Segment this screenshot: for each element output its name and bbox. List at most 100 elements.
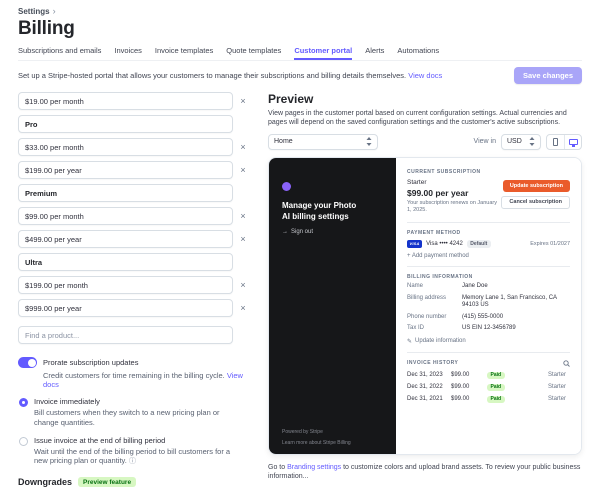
paid-badge: Paid xyxy=(487,383,505,391)
remove-price-icon[interactable]: × xyxy=(238,96,248,106)
sign-out-link[interactable]: → Sign out xyxy=(282,229,383,235)
update-subscription-button[interactable]: Update subscription xyxy=(502,179,570,192)
search-icon[interactable] xyxy=(563,360,570,367)
portal-footer-links[interactable]: Learn more about Stripe Billing xyxy=(282,440,351,446)
currency-select-value: USD xyxy=(507,138,522,146)
price-item[interactable]: $19.00 per month xyxy=(18,92,233,110)
desktop-view-button[interactable] xyxy=(564,134,581,149)
billing-information-section: BILLING INFORMATION Name Jane Doe Billin… xyxy=(407,274,570,345)
portal-brand-panel: Manage your Photo AI billing settings → … xyxy=(269,157,396,454)
price-item[interactable]: $199.00 per month xyxy=(18,276,233,294)
billing-info-field: Billing address xyxy=(407,294,447,301)
plan-name: Starter xyxy=(407,178,427,186)
invoice-date: Dec 31, 2021 xyxy=(407,396,443,403)
powered-by-stripe-link[interactable]: Powered by Stripe xyxy=(282,429,323,435)
remove-price-icon[interactable]: × xyxy=(238,165,248,175)
payment-method-label: PAYMENT METHOD xyxy=(407,229,461,236)
breadcrumb-settings-link[interactable]: Settings xyxy=(18,7,50,16)
invoice-history-section: INVOICE HISTORY Dec 31, 2023 $99.00 Paid… xyxy=(407,360,570,403)
invoice-row[interactable]: Dec 31, 2023 $99.00 Paid Starter xyxy=(407,371,570,379)
save-changes-button[interactable]: Save changes xyxy=(513,67,582,84)
price-item[interactable]: $99.00 per month xyxy=(18,207,233,225)
downgrades-section: Downgrades Preview feature xyxy=(18,477,248,487)
add-payment-method-link[interactable]: + Add payment method xyxy=(407,253,570,259)
invoice-date: Dec 31, 2022 xyxy=(407,384,443,391)
renewal-note: Your subscription renews on January 1, 2… xyxy=(407,199,497,214)
card-expiry: Expires 01/2027 xyxy=(530,240,570,247)
sign-out-arrow-icon: → xyxy=(282,229,288,236)
invoice-row[interactable]: Dec 31, 2022 $99.00 Paid Starter xyxy=(407,383,570,391)
billing-info-value: US EIN 12-3456789 xyxy=(462,324,516,331)
preview-controls: Home View in USD xyxy=(268,133,582,150)
price-item[interactable]: $199.00 per year xyxy=(18,161,233,179)
price-item[interactable]: $499.00 per year xyxy=(18,230,233,248)
invoice-plan: Starter xyxy=(547,384,566,391)
invoice-date: Dec 31, 2023 xyxy=(407,372,443,379)
tab-invoice-templates[interactable]: Invoice templates xyxy=(155,46,213,60)
price-row: $199.00 per month × xyxy=(18,276,248,294)
product-item-ultra[interactable]: Ultra xyxy=(18,253,233,271)
invoice-amount: $99.00 xyxy=(451,384,470,391)
price-item[interactable]: $999.00 per year xyxy=(18,299,233,317)
invoice-history-label: INVOICE HISTORY xyxy=(407,360,459,367)
prorate-option-end-of-period: Issue invoice at the end of billing peri… xyxy=(19,436,248,467)
tab-subscriptions-and-emails[interactable]: Subscriptions and emails xyxy=(18,46,101,60)
portal-heading: Manage your Photo AI billing settings xyxy=(282,200,357,222)
prorate-toggle[interactable] xyxy=(18,357,37,368)
billing-settings-page: Settings › Billing Subscriptions and ema… xyxy=(0,0,600,487)
currency-select[interactable]: USD xyxy=(501,133,541,150)
phone-icon xyxy=(553,137,558,146)
invoice-amount: $99.00 xyxy=(451,372,470,379)
update-information-link[interactable]: ✎ Update information xyxy=(407,338,570,345)
price-row: $19.00 per month × xyxy=(18,92,248,110)
prorate-description-text: Credit customers for time remaining in t… xyxy=(43,371,225,380)
select-arrows-icon xyxy=(529,137,535,147)
info-icon[interactable]: ⓘ xyxy=(129,458,136,465)
remove-price-icon[interactable]: × xyxy=(238,211,248,221)
invoice-row[interactable]: Dec 31, 2021 $99.00 Paid Starter xyxy=(407,395,570,403)
device-view-toggle xyxy=(546,133,582,150)
pencil-icon: ✎ xyxy=(407,338,413,345)
payment-method-section: PAYMENT METHOD VISA Visa •••• 4242 Defau… xyxy=(407,230,570,259)
remove-price-icon[interactable]: × xyxy=(238,280,248,290)
remove-price-icon[interactable]: × xyxy=(238,234,248,244)
invoice-immediately-radio[interactable] xyxy=(19,398,28,407)
tab-customer-portal[interactable]: Customer portal xyxy=(294,46,352,60)
portal-page-select[interactable]: Home xyxy=(268,133,378,150)
billing-info-row: Name Jane Doe xyxy=(407,283,570,291)
update-information-label: Update information xyxy=(415,338,466,345)
default-badge: Default xyxy=(466,239,491,248)
remove-price-icon[interactable]: × xyxy=(238,142,248,152)
product-item-pro[interactable]: Pro xyxy=(18,115,233,133)
desktop-icon xyxy=(568,138,578,147)
remove-price-icon[interactable]: × xyxy=(238,303,248,313)
mobile-view-button[interactable] xyxy=(547,135,564,149)
card-number: Visa •••• 4242 xyxy=(426,240,463,247)
price-row: $999.00 per year × xyxy=(18,299,248,317)
intro-view-docs-link[interactable]: View docs xyxy=(408,71,442,80)
option-description: Wait until the end of the billing period… xyxy=(34,446,231,466)
option-label: Issue invoice at the end of billing peri… xyxy=(34,435,166,445)
billing-info-row: Billing address Memory Lane 1, San Franc… xyxy=(407,295,570,311)
tab-invoices[interactable]: Invoices xyxy=(114,46,142,60)
prorate-option-invoice-immediately: Invoice immediately Bill customers when … xyxy=(19,397,248,428)
find-product-input[interactable] xyxy=(18,326,233,344)
price-item[interactable]: $33.00 per month xyxy=(18,138,233,156)
plan-price: $99.00 per year xyxy=(407,187,469,198)
tab-quote-templates[interactable]: Quote templates xyxy=(226,46,281,60)
downgrades-title: Downgrades xyxy=(18,477,73,487)
paid-badge: Paid xyxy=(487,395,505,403)
billing-info-value: (415) 555-0000 xyxy=(462,313,504,320)
tab-alerts[interactable]: Alerts xyxy=(365,46,384,60)
option-text: Invoice immediately Bill customers when … xyxy=(34,397,242,428)
billing-information-label: BILLING INFORMATION xyxy=(407,273,473,280)
tab-automations[interactable]: Automations xyxy=(397,46,439,60)
cancel-subscription-button[interactable]: Cancel subscription xyxy=(501,195,570,209)
product-item-premium[interactable]: Premium xyxy=(18,184,233,202)
view-in-label: View in xyxy=(473,138,496,146)
branding-settings-link[interactable]: Branding settings xyxy=(287,464,341,471)
portal-config-column: $19.00 per month × Pro $33.00 per month … xyxy=(18,92,248,487)
divider xyxy=(407,351,570,353)
invoice-end-of-period-radio[interactable] xyxy=(19,436,28,446)
prorate-toggle-row: Prorate subscription updates xyxy=(18,357,248,368)
